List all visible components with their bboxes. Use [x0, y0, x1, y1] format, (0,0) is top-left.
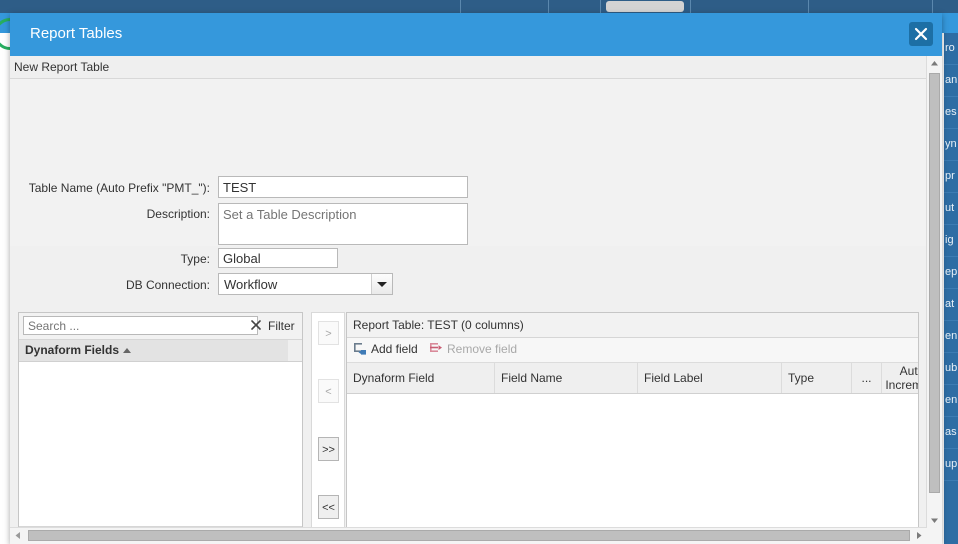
dynaform-fields-column-header[interactable]: Dynaform Fields: [19, 340, 302, 362]
db-connection-value: Workflow: [224, 277, 278, 292]
remove-field-label: Remove field: [447, 342, 518, 356]
background-list-item: ub: [944, 353, 958, 385]
background-list-item: en: [944, 385, 958, 417]
dialog-vertical-scroll-thumb[interactable]: [929, 73, 940, 493]
dialog-title-bar: Report Tables: [10, 13, 942, 56]
caret-right-icon: [917, 532, 922, 539]
table-name-label: Table Name (Auto Prefix "PMT_"):: [28, 181, 210, 195]
table-name-input[interactable]: [218, 176, 468, 198]
description-label: Description:: [146, 207, 210, 221]
background-list-item: ro: [944, 33, 958, 65]
background-list-item: as: [944, 417, 958, 449]
report-table-title: Report Table: TEST (0 columns): [347, 313, 918, 338]
remove-field-button: Remove field: [429, 342, 517, 359]
report-tables-dialog: Report Tables New Report Table Table Nam…: [10, 13, 942, 544]
filter-label: Filter: [268, 319, 295, 333]
background-list-item: at: [944, 289, 958, 321]
background-list-item: yn: [944, 129, 958, 161]
report-table-rows: [347, 394, 918, 528]
close-button[interactable]: [909, 22, 933, 46]
search-row: Filter: [19, 313, 302, 340]
background-list-item: up: [944, 449, 958, 481]
report-table-header-row: Dynaform Field Field Name Field Label Ty…: [347, 363, 918, 394]
scroll-up-button[interactable]: [927, 56, 942, 71]
background-list-item: ig: [944, 225, 958, 257]
dynaform-fields-list: [19, 362, 302, 526]
dialog-body: New Report Table Table Name (Auto Prefix…: [10, 56, 942, 544]
report-table-columns-panel: Report Table: TEST (0 columns) Add field…: [346, 312, 919, 528]
background-toolbar: [0, 0, 958, 14]
add-field-button[interactable]: Add field: [353, 342, 418, 359]
background-list-item: es: [944, 97, 958, 129]
search-input[interactable]: [23, 316, 258, 335]
dynaform-fields-column-label: Dynaform Fields: [25, 343, 120, 357]
background-side-list: ro an es yn pr ut ig ep at en ub en as up: [944, 33, 958, 544]
column-header-dynaform-field[interactable]: Dynaform Field: [347, 363, 495, 393]
type-label: Type:: [180, 252, 210, 266]
move-all-right-button[interactable]: >>: [318, 437, 339, 461]
scroll-left-button[interactable]: [10, 528, 26, 543]
dialog-horizontal-scrollbar[interactable]: [10, 527, 927, 544]
add-field-icon: [353, 342, 369, 359]
transfer-buttons-column: > < >> <<: [311, 312, 345, 528]
column-header-auto-increment-line1: Auto: [899, 364, 918, 378]
search-clear-button[interactable]: [249, 318, 263, 332]
close-icon: [914, 27, 928, 41]
column-header-type[interactable]: Type: [782, 363, 852, 393]
caret-up-icon: [931, 61, 938, 66]
dialog-scroll-viewport: New Report Table Table Name (Auto Prefix…: [10, 56, 927, 528]
type-input[interactable]: [218, 248, 338, 268]
background-list-item: pr: [944, 161, 958, 193]
move-right-button[interactable]: >: [318, 321, 339, 345]
dynaform-fields-panel: Filter Dynaform Fields: [18, 312, 303, 528]
sort-asc-icon: [123, 348, 132, 354]
close-icon: [251, 320, 261, 330]
description-textarea[interactable]: [218, 203, 468, 245]
caret-down-icon: [931, 518, 938, 523]
background-list-item: ep: [944, 257, 958, 289]
db-connection-label: DB Connection:: [125, 278, 210, 292]
report-table-form: Table Name (Auto Prefix "PMT_"): Descrip…: [10, 79, 927, 295]
chevron-down-icon: [371, 274, 392, 294]
column-header-auto-increment[interactable]: Auto Increment: [882, 363, 918, 393]
column-header-ellipsis[interactable]: ...: [852, 363, 882, 393]
page-title: Report Tables: [30, 25, 123, 42]
scroll-down-button[interactable]: [927, 513, 942, 528]
caret-left-icon: [15, 532, 20, 539]
background-list-item: en: [944, 321, 958, 353]
scroll-right-button[interactable]: [911, 528, 927, 543]
db-connection-select[interactable]: Workflow: [218, 273, 393, 295]
background-list-item: ut: [944, 193, 958, 225]
dialog-vertical-scrollbar[interactable]: [926, 56, 942, 528]
move-left-button[interactable]: <: [318, 379, 339, 403]
field-transfer-area: Filter Dynaform Fields: [10, 303, 927, 528]
background-list-item: an: [944, 65, 958, 97]
scrollbar-corner: [927, 528, 942, 544]
column-header-auto-increment-line2: Increment: [885, 378, 918, 392]
report-table-toolbar: Add field Remove field: [347, 338, 918, 363]
move-all-left-button[interactable]: <<: [318, 495, 339, 519]
column-header-field-name[interactable]: Field Name: [495, 363, 638, 393]
background-toolbar-button: [606, 1, 684, 12]
remove-field-icon: [429, 342, 445, 359]
dialog-horizontal-scroll-thumb[interactable]: [28, 530, 910, 541]
column-header-field-label[interactable]: Field Label: [638, 363, 782, 393]
add-field-label: Add field: [371, 342, 418, 356]
section-header: New Report Table: [10, 56, 927, 79]
